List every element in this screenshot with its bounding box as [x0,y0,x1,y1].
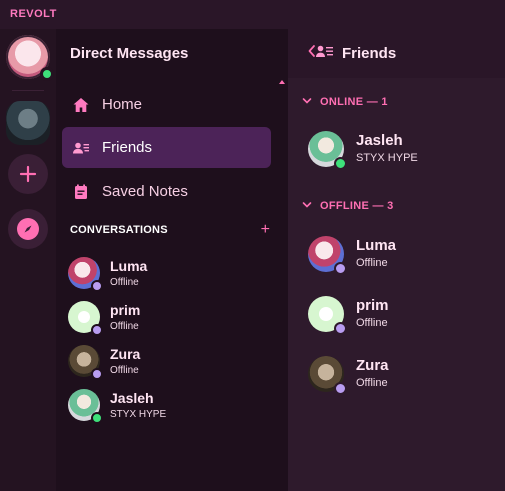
offline-section-toggle[interactable]: OFFLINE — 3 [302,200,394,212]
friend-status: Offline [356,377,388,389]
compass-icon [8,209,48,249]
avatar [68,345,103,380]
notes-icon [72,183,90,201]
server-icon[interactable] [6,101,50,145]
discover-button[interactable] [8,209,48,249]
server-divider [12,90,44,91]
conversation-status: Offline [110,321,139,332]
nav-saved-notes[interactable]: Saved Notes [62,171,271,212]
online-section-label: ONLINE — 1 [320,96,388,108]
offline-status-dot [91,280,103,292]
friend-status: Offline [356,317,388,329]
offline-status-dot [91,324,103,336]
offline-status-dot [91,368,103,380]
avatar [308,131,347,170]
offline-status-dot [334,262,347,275]
friend-item[interactable]: Zura Offline [308,354,498,395]
chevron-down-icon [302,96,312,108]
back-icon[interactable] [308,43,334,64]
friend-status: Offline [356,257,388,269]
friends-header: Friends [288,29,505,78]
conversation-item[interactable]: Luma Offline [68,253,268,293]
conversation-status: STYX HYPE [110,409,167,420]
conversation-name: Jasleh [110,390,154,406]
online-status-dot [40,67,54,81]
online-section-toggle[interactable]: ONLINE — 1 [302,96,388,108]
avatar [308,236,347,275]
friend-name: Luma [356,237,397,254]
conversation-name: Zura [110,346,141,362]
online-status-dot [91,412,103,424]
friend-item[interactable]: Luma Offline [308,234,498,275]
avatar [308,296,347,335]
conversation-status: Offline [110,277,139,288]
friend-name: Zura [356,357,389,374]
offline-section-label: OFFLINE — 3 [320,200,394,212]
friend-status: STYX HYPE [356,152,418,164]
server-list [0,29,56,491]
friend-item[interactable]: Jasleh STYX HYPE [308,129,498,170]
online-status-dot [334,157,347,170]
nav-home-label: Home [102,96,143,113]
avatar [68,389,103,424]
conversations-header: CONVERSATIONS [70,224,168,236]
app-brand: REVOLT [10,8,57,20]
conversation-status: Offline [110,365,139,376]
avatar [68,257,103,292]
friends-title: Friends [342,45,397,62]
nav-saved-notes-label: Saved Notes [102,183,188,200]
friends-panel: Friends ONLINE — 1 Jasleh STYX HYPE OFFL… [288,29,505,491]
avatar [68,301,103,336]
nav-friends-label: Friends [102,139,153,156]
new-conversation-button[interactable]: + [261,222,270,238]
conversation-name: prim [110,302,141,318]
scroll-up-icon[interactable] [279,80,285,84]
nav-friends[interactable]: Friends [62,127,271,168]
add-server-button[interactable] [8,154,48,194]
offline-status-dot [334,382,347,395]
offline-status-dot [334,322,347,335]
friend-name: Jasleh [356,132,403,149]
title-bar: REVOLT [0,0,505,29]
conversation-name: Luma [110,258,148,274]
friend-item[interactable]: prim Offline [308,294,498,335]
home-avatar-button[interactable] [6,35,54,81]
conversation-item[interactable]: Zura Offline [68,341,268,381]
avatar [308,356,347,395]
nav-home[interactable]: Home [62,84,271,125]
dm-sidebar: Direct Messages Home Friends Saved Notes… [56,29,288,491]
plus-icon [8,154,48,194]
friends-icon [72,139,90,157]
chevron-down-icon [302,200,312,212]
friend-name: prim [356,297,389,314]
conversation-item[interactable]: prim Offline [68,297,268,337]
sidebar-title: Direct Messages [70,45,189,62]
conversation-item[interactable]: Jasleh STYX HYPE [68,385,268,425]
home-icon [72,96,90,114]
